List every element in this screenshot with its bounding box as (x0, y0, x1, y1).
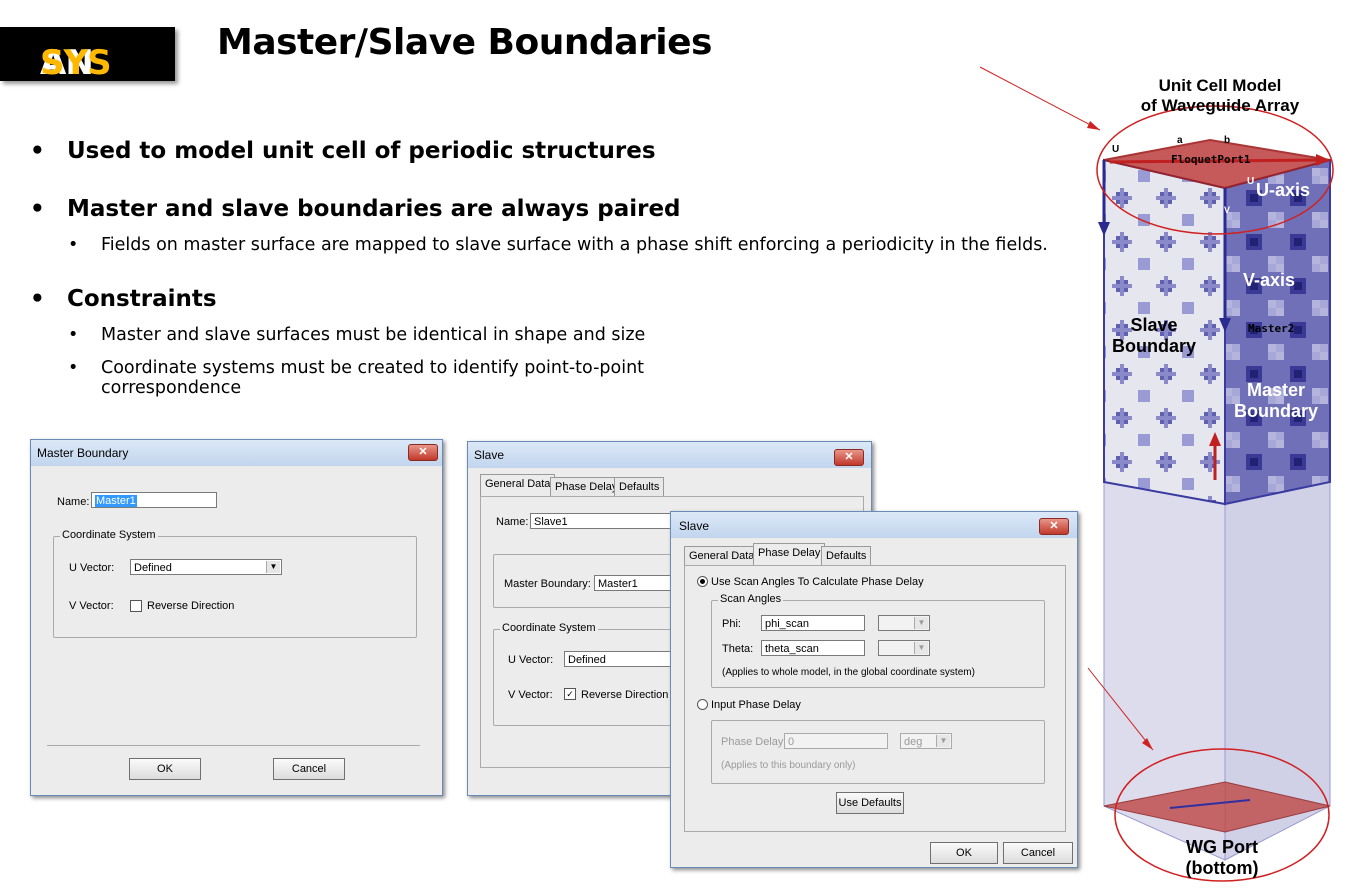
tick-u2-label: U (1247, 176, 1255, 187)
slave-line-2: Boundary (1111, 336, 1196, 356)
master-line-1: Master (1246, 380, 1306, 400)
unit-cell-callout: Unit Cell Model of Waveguide Array (1120, 76, 1320, 116)
master-boundary-label: Master Boundary (1226, 380, 1326, 422)
tick-u-label: U (1112, 144, 1120, 155)
u-axis-label: U-axis (1256, 180, 1311, 200)
wg-port-label: WG Port (bottom) (1162, 837, 1282, 879)
tick-a-label: a (1177, 135, 1183, 146)
slave-boundary-label: Slave Boundary (1100, 315, 1208, 357)
wg-port-line-2: (bottom) (1185, 858, 1259, 878)
v-axis-label: V-axis (1243, 270, 1296, 290)
wg-port-line-1: WG Port (1186, 837, 1258, 857)
tick-b-label: b (1224, 135, 1231, 146)
unit-cell-line-2: of Waveguide Array (1140, 96, 1300, 115)
unit-cell-model-figure (979, 66, 1334, 882)
master-line-2: Boundary (1233, 401, 1318, 421)
slave-line-1: Slave (1130, 315, 1178, 335)
tick-v-label: V (1224, 205, 1231, 215)
master2-label: Master2 (1248, 322, 1295, 335)
floquet-port-label: FloquetPort1 (1171, 153, 1251, 166)
unit-cell-line-1: Unit Cell Model (1158, 76, 1282, 95)
